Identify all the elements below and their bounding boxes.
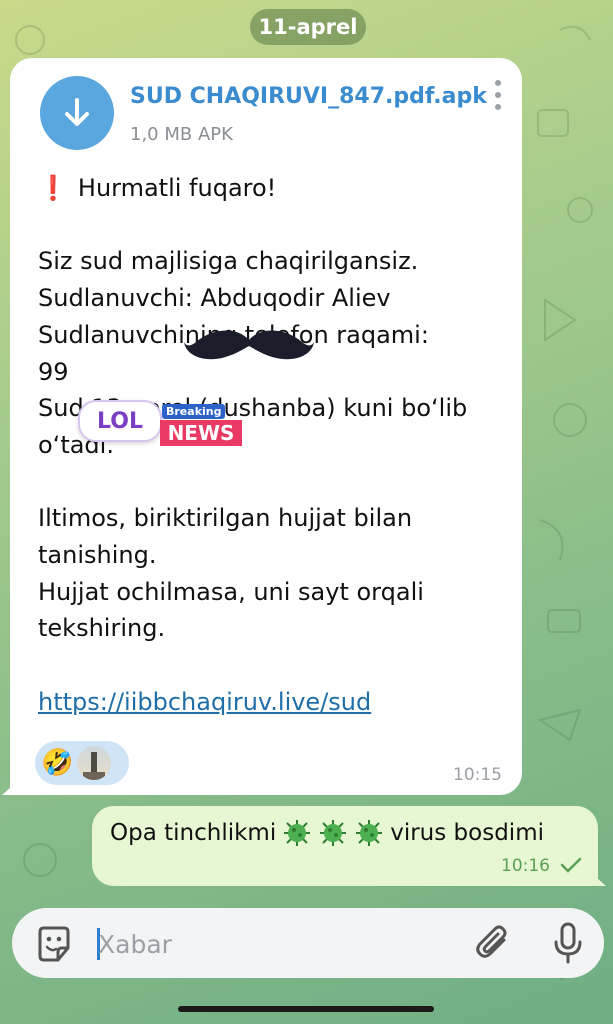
sticker-icon[interactable] [34, 924, 74, 964]
message-input[interactable] [96, 920, 460, 968]
breaking-news-sticker: Breaking NEWS [160, 404, 244, 448]
message-text: ❗ Hurmatli fuqaro! Siz sud majlisiga chaq… [38, 170, 508, 721]
bubble-tail [2, 779, 20, 795]
download-icon[interactable] [40, 76, 114, 150]
message-link[interactable]: https://iibbchaqiruv.live/sud [38, 688, 371, 716]
virus-emoji-icon [320, 820, 347, 846]
message-text: Opa tinchlikmi virus bosdimi [110, 820, 544, 846]
bubble-tail [588, 870, 606, 886]
virus-emoji-icon [284, 820, 311, 846]
virus-emoji-icon [356, 820, 383, 846]
sent-check-icon [560, 857, 582, 873]
reactions-pill[interactable]: 🤣 [35, 741, 129, 785]
incoming-message-bubble[interactable]: SUD CHAQIRUVI_847.pdf.apk 1,0 MB APK ❗ Hu… [2, 58, 522, 795]
exclamation-icon: ❗ [38, 174, 68, 202]
attachment-file-meta: 1,0 MB APK [130, 124, 233, 145]
laughing-emoji-reaction: 🤣 [41, 748, 74, 778]
message-time: 10:15 [453, 765, 502, 785]
more-options-icon[interactable] [494, 80, 502, 110]
message-line: tanishing. [38, 541, 157, 569]
message-line: ❗ Hurmatli fuqaro! [38, 174, 277, 202]
attachment-file-name[interactable]: SUD CHAQIRUVI_847.pdf.apk [130, 84, 487, 109]
outgoing-message-bubble[interactable]: Opa tinchlikmi virus bosdimi 10:16 [92, 806, 606, 886]
message-time: 10:16 [501, 856, 550, 876]
lol-sticker: LOL [78, 400, 162, 442]
date-chip: 11-aprel [250, 9, 366, 45]
home-indicator[interactable] [178, 1006, 434, 1012]
message-line: Siz sud majlisiga chaqirilgansiz. [38, 247, 419, 276]
message-line: Sudlanuvchi: Abduqodir Aliev [38, 284, 391, 313]
message-line: tekshiring. [38, 614, 166, 643]
paperclip-icon[interactable] [474, 924, 512, 962]
microphone-icon[interactable] [552, 922, 584, 964]
message-composer [12, 908, 604, 978]
reactor-avatar [77, 746, 112, 780]
message-line: Hujjat ochilmasa, uni sayt orqali [38, 577, 424, 606]
mustache-sticker [184, 330, 314, 360]
message-line: Iltimos, biriktirilgan hujjat bilan [38, 504, 413, 533]
